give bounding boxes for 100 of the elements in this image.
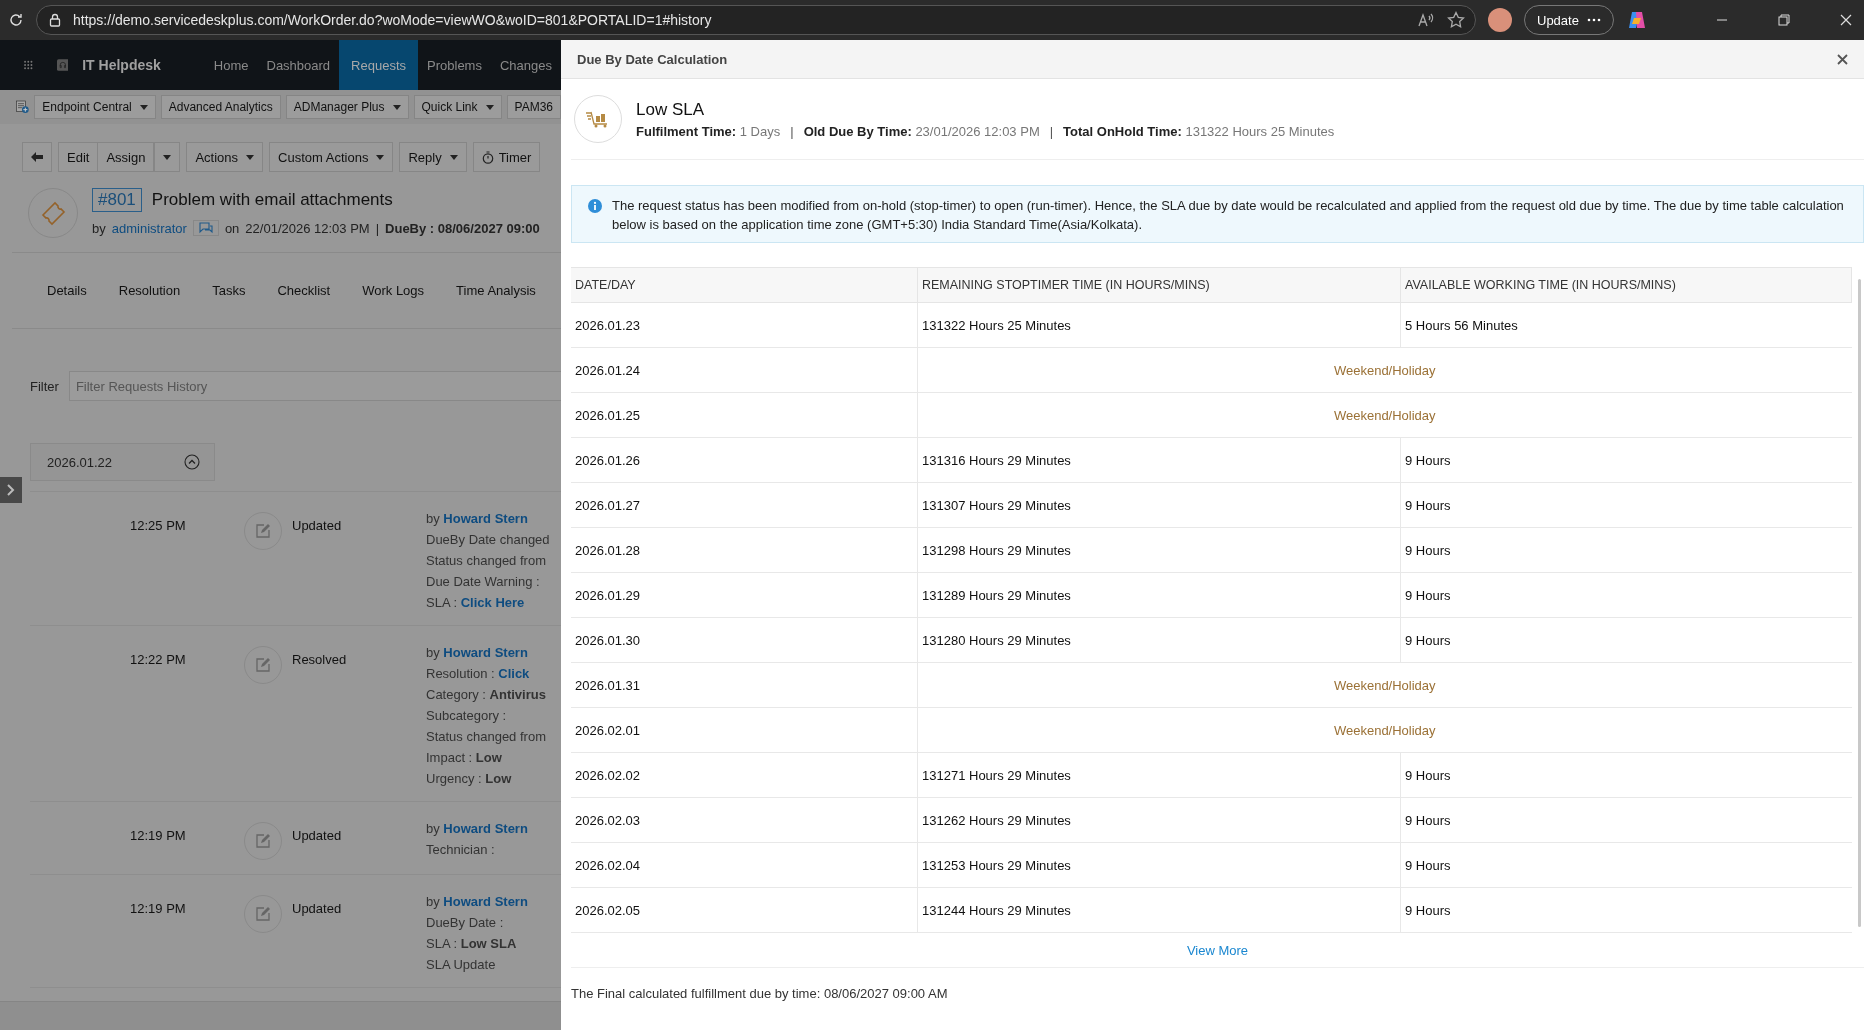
dropdown-button[interactable] [154,142,181,172]
separator-text: | [1049,123,1054,139]
history-detail: by Howard Stern [426,510,529,527]
remaining-time-cell: 131307 Hours 29 Minutes [917,482,1401,528]
date-cell: 2026.01.24 [571,347,918,393]
nav-tab[interactable]: Home [204,40,258,90]
group-date: 2026.01.22 [47,454,113,470]
available-time-cell: 9 Hours [1400,887,1852,933]
action-button[interactable]: Assign [98,142,155,172]
expand-sidebar-button[interactable] [0,477,22,503]
stopwatch-icon [481,150,494,164]
date-cell: 2026.01.27 [571,482,918,528]
date-cell: 2026.01.30 [571,617,918,663]
entry-time: 12:25 PM [129,518,187,533]
chevron-up-icon [184,454,200,470]
available-time-cell: 9 Hours [1400,842,1852,888]
request-title: Problem with email attachments [151,190,393,210]
scrollbar[interactable] [1856,279,1862,927]
restore-icon[interactable] [1778,14,1790,26]
history-detail: DueBy Date : [426,914,505,931]
available-time-cell: 5 Hours 56 Minutes [1400,302,1852,348]
date-cell: 2026.01.23 [571,302,918,348]
caret-icon [449,154,458,160]
info-icon [588,199,602,213]
date-cell: 2026.02.05 [571,887,918,933]
entry-action: Resolved [292,652,348,667]
available-time-cell: 9 Hours [1400,617,1852,663]
quick-link-button[interactable]: Advanced Analytics [160,95,281,119]
history-detail: Due Date Warning : [426,573,541,590]
history-detail: Status changed from [426,728,546,745]
nav-tab[interactable]: Requests [339,40,419,90]
remaining-time-cell: 131253 Hours 29 Minutes [917,842,1401,888]
available-time-cell: 9 Hours [1400,437,1852,483]
read-aloud-icon[interactable] [1417,12,1435,28]
quick-link-button[interactable]: ADManager Plus [285,95,409,119]
remaining-time-cell: 131262 Hours 29 Minutes [917,797,1401,843]
date-cell: 2026.01.25 [571,392,918,438]
date-cell: 2026.01.28 [571,527,918,573]
ticket-icon [28,188,78,238]
dialog-title: Due By Date Calculation [577,51,728,67]
back-button[interactable] [22,142,52,172]
request-number: #801 [92,188,142,212]
caret-icon [163,154,172,160]
available-time-cell: 9 Hours [1400,572,1852,618]
history-detail: DueBy Date changed [426,531,550,548]
caret-icon [485,104,494,110]
sla-name: Low SLA [636,99,706,120]
date-group-header[interactable]: 2026.01.22 [30,443,215,481]
remaining-time-cell: 131280 Hours 29 Minutes [917,617,1401,663]
address-bar[interactable]: https://demo.servicedeskplus.com/WorkOrder.do?woMode=viewWO&woID=801&PORTALID=1#history [36,5,1476,35]
reload-icon[interactable] [8,12,24,28]
action-button[interactable]: Reply [399,142,467,172]
action-button[interactable]: Actions [186,142,264,172]
entry-time: 12:19 PM [129,828,187,843]
on-label: on [224,220,240,236]
remaining-time-cell: 131298 Hours 29 Minutes [917,527,1401,573]
caret-icon [246,154,255,160]
column-header: AVAILABLE WORKING TIME (IN HOURS/MINS) [1400,267,1852,303]
caret-icon [392,104,401,110]
quick-link-button[interactable]: PAM36 [506,95,561,119]
history-detail: Category : Antivirus [426,686,546,703]
history-detail: Urgency : Low [426,770,513,787]
remaining-time-cell: 131271 Hours 29 Minutes [917,752,1401,798]
timer-button[interactable]: Timer [472,142,541,172]
sla-fact: Old Due By Time: 23/01/2026 12:03 PM [803,123,1040,139]
nav-tab[interactable]: Dashboard [257,40,340,90]
history-detail: Impact : Low [426,749,503,766]
remaining-time-cell: 131316 Hours 29 Minutes [917,437,1401,483]
action-button[interactable]: Custom Actions [269,142,394,172]
close-icon[interactable] [1837,53,1848,65]
filter-field[interactable]: Filter Requests History [68,371,561,401]
view-more-link[interactable]: View More [1186,942,1249,958]
date-cell: 2026.02.02 [571,752,918,798]
history-detail: SLA Update [426,956,497,973]
final-due-text: The Final calculated fulfillment due by time: 08/06/2027 09:00 AM [571,986,949,1001]
date-cell: 2026.01.26 [571,437,918,483]
nav-tab[interactable]: Problems [418,40,491,90]
date-cell: 2026.01.31 [571,662,918,708]
column-header: DATE/DAY [571,267,918,303]
entry-action: Updated [292,901,343,916]
date-cell: 2026.01.29 [571,572,918,618]
action-button[interactable]: Edit [58,142,99,172]
quick-link-button[interactable]: Endpoint Central [34,95,156,119]
left-arrow-icon [31,152,43,162]
by-label: by [92,220,106,236]
nav-tab[interactable]: Changes [490,40,561,90]
sla-fact: Fulfilment Time: 1 Days [636,123,781,139]
profile-avatar[interactable] [1488,8,1512,32]
quick-link-button[interactable]: Quick Link [413,95,502,119]
star-icon[interactable] [1447,11,1465,29]
url-text: https://demo.servicedeskplus.com/WorkOrder.do?woMode=viewWO&woID=801&PORTALID=1#history [73,12,712,28]
entry-action: Updated [292,518,343,533]
app-title: IT Helpdesk [82,57,161,73]
remaining-time-cell: 131244 Hours 29 Minutes [917,887,1401,933]
history-detail: Resolution : Click [426,665,531,682]
caret-icon [376,154,385,160]
holiday-cell: Weekend/Holiday [917,707,1852,753]
separator-text: | [375,220,380,236]
separator-text: | [790,123,794,139]
entry-action: Updated [292,828,343,843]
